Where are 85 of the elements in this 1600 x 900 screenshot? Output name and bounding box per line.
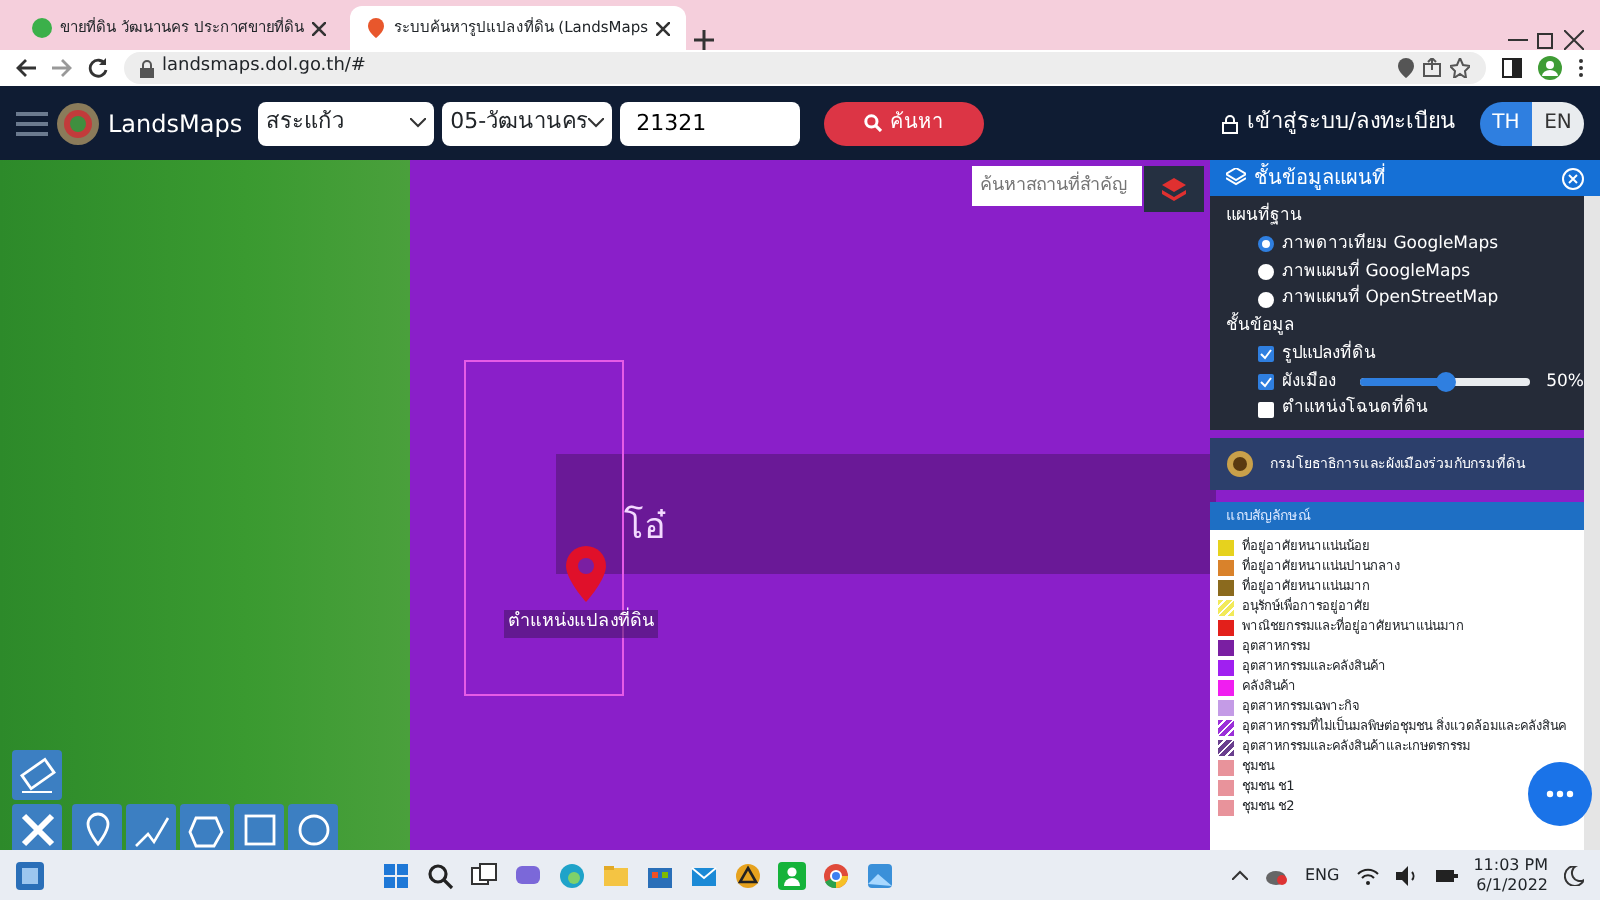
url-text: landsmaps.dol.go.th/# <box>162 54 368 81</box>
photos-icon[interactable] <box>866 861 895 889</box>
search-icon <box>864 114 883 132</box>
polygon-tool-button[interactable] <box>180 804 230 850</box>
triangle-app-icon[interactable] <box>734 861 763 889</box>
battery-icon[interactable] <box>1433 865 1458 885</box>
task-view-icon[interactable] <box>470 861 499 889</box>
chevron-icon <box>410 118 427 128</box>
side-panel-icon[interactable] <box>1502 58 1522 78</box>
person-app-icon[interactable] <box>778 861 807 889</box>
wifi-icon[interactable] <box>1355 865 1380 885</box>
opacity-value: 50% <box>1546 369 1584 395</box>
section-heading: แผนที่ฐาน <box>1226 204 1304 230</box>
app-brand: LandsMaps <box>108 107 243 141</box>
panel-title: ชั้นข้อมูลแผนที่ <box>1254 163 1388 193</box>
eraser-tool-button[interactable] <box>12 750 62 800</box>
checkbox[interactable] <box>1258 373 1274 390</box>
checkbox-label: รูปแปลงที่ดิน <box>1282 341 1376 367</box>
location-icon[interactable] <box>1398 58 1414 78</box>
chat-icon[interactable] <box>514 861 543 889</box>
language-toggle[interactable]: TH <box>1480 101 1532 145</box>
radio-button[interactable] <box>1258 236 1274 253</box>
language-toggle[interactable]: EN <box>1532 101 1584 145</box>
checkbox-label: ผังเมือง <box>1282 369 1336 394</box>
polyline-tool-button[interactable] <box>126 804 176 850</box>
input-language[interactable]: ENG <box>1304 863 1340 887</box>
emblem-icon <box>1226 450 1254 478</box>
eraser-icon <box>15 753 59 797</box>
layers-icon <box>1162 177 1186 201</box>
menu-icon[interactable] <box>16 111 48 135</box>
radio-button[interactable] <box>1258 263 1274 280</box>
close-icon[interactable] <box>1564 30 1584 50</box>
lock-icon <box>1222 113 1239 133</box>
more-icon[interactable] <box>1578 58 1584 78</box>
radio-label: ภาพแผนที่ GoogleMaps <box>1282 259 1471 284</box>
moon-icon[interactable] <box>1564 865 1585 885</box>
marker-label: ตำแหน่งแปลงที่ดิน <box>504 610 658 637</box>
district-select[interactable]: 05-วัฒนานคร <box>442 101 613 145</box>
checkbox[interactable] <box>1258 346 1274 363</box>
mail-icon[interactable] <box>690 861 719 889</box>
cloud-icon[interactable] <box>1264 865 1289 885</box>
chevron-up-icon[interactable] <box>1232 870 1249 880</box>
checkbox-label: ตำแหน่งโฉนดที่ดิน <box>1282 396 1428 422</box>
speaker-icon[interactable] <box>1395 865 1418 885</box>
pin-tool-button[interactable] <box>72 804 122 850</box>
circle-tool-button[interactable] <box>288 804 338 850</box>
reload-icon[interactable] <box>88 58 108 78</box>
forward-icon[interactable] <box>52 58 72 78</box>
map-pin-icon <box>566 546 606 602</box>
widgets-icon[interactable] <box>16 861 44 889</box>
opacity-slider[interactable] <box>1360 377 1531 386</box>
close-icon[interactable] <box>656 21 671 35</box>
checkbox[interactable] <box>1258 401 1274 418</box>
lock-icon <box>140 59 154 77</box>
place-search-field[interactable]: ค้นหาสถานที่สำคัญ <box>972 166 1142 206</box>
close-icon[interactable] <box>311 21 326 35</box>
radio-label: ภาพดาวเทียม GoogleMaps <box>1282 231 1499 257</box>
chevron-icon <box>588 118 605 128</box>
windows-logo-icon[interactable] <box>382 861 411 889</box>
taskbar-clock[interactable]: 11:03 PM 6/1/2022 <box>1473 855 1549 895</box>
new-tab-icon[interactable] <box>694 30 715 50</box>
layers-icon <box>1226 168 1246 188</box>
rectangle-tool-button[interactable] <box>234 804 284 850</box>
site-logo-icon <box>32 18 52 38</box>
province-select[interactable]: สระแก้ว <box>258 101 435 145</box>
more-icon <box>1546 790 1574 798</box>
map-pin-icon <box>365 18 386 38</box>
search-icon[interactable] <box>426 861 455 889</box>
address-bar[interactable]: landsmaps.dol.go.th/# <box>124 52 1486 84</box>
section-heading: ชั้นข้อมูล <box>1226 314 1296 340</box>
layers-button[interactable] <box>1144 166 1204 212</box>
back-icon[interactable] <box>16 58 36 78</box>
map-area[interactable] <box>0 160 1600 850</box>
place-label: โอ๋ <box>624 503 666 552</box>
login-link[interactable]: เข้าสู่ระบบ/ลงทะเบียน <box>1222 106 1456 140</box>
restore-icon[interactable] <box>1536 30 1556 50</box>
chrome-browser-icon[interactable] <box>822 861 851 889</box>
parcel-number-field[interactable]: 21321 <box>620 101 801 145</box>
star-icon[interactable] <box>1450 58 1470 78</box>
radio-label: ภาพแผนที่ OpenStreetMap <box>1282 286 1499 312</box>
search-button[interactable]: ค้นหา <box>824 101 985 145</box>
radio-button[interactable] <box>1258 291 1274 308</box>
cross-tools-tool-button[interactable] <box>12 804 62 850</box>
share-icon[interactable] <box>1422 58 1442 78</box>
seal-logo-icon <box>56 101 100 145</box>
